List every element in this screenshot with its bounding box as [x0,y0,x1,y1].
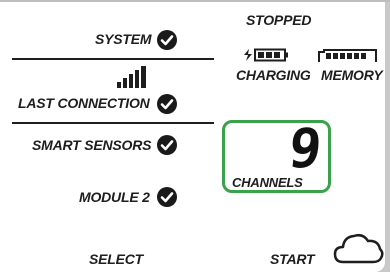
last-connection-label: LAST CONNECTION [18,95,150,111]
divider-last-connection [12,122,214,124]
module-check-icon [157,187,177,207]
smart-sensors-label: SMART SENSORS [32,137,152,153]
select-softkey[interactable]: SELECT [89,251,143,267]
battery-icon [243,48,291,62]
charging-label: CHARGING [236,67,311,83]
system-check-icon [157,30,177,50]
start-softkey[interactable]: START [270,251,315,267]
module-label: MODULE 2 [79,189,150,205]
channels-label: CHANNELS [232,175,303,190]
divider-system [12,58,214,60]
system-label: SYSTEM [95,31,152,47]
cloud-icon[interactable] [333,229,385,265]
smart-sensors-check-icon [157,135,177,155]
channel-count: 9 [285,117,325,180]
last-connection-check-icon [157,94,177,114]
signal-bars-icon [116,66,152,88]
device-lcd-screen: SYSTEM LAST CONNECTION SMART SENSORS MOD… [0,0,390,272]
status-stopped: STOPPED [246,12,312,28]
top-edge [0,0,390,2]
memory-label: MEMORY [321,67,383,83]
memory-icon [318,48,380,64]
